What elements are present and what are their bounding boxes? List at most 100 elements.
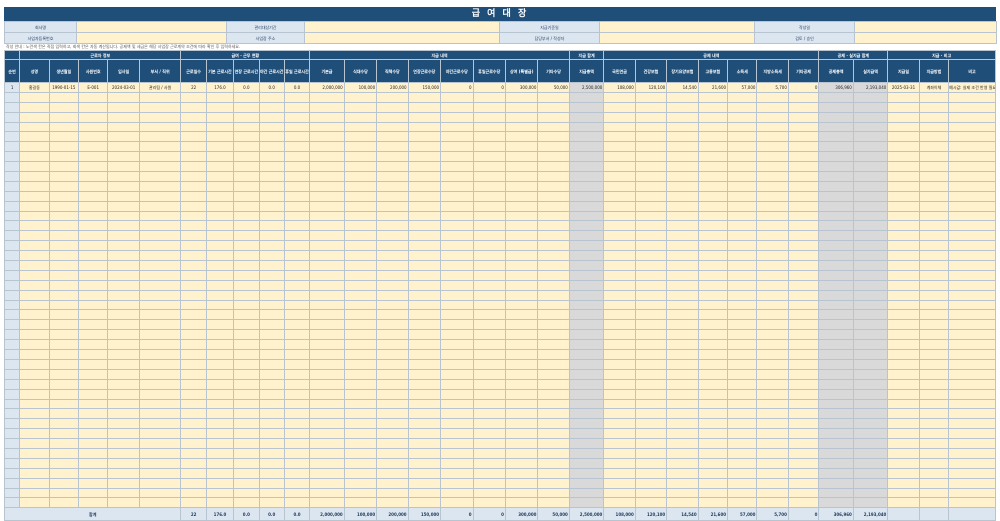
cell-pay-method[interactable]: [918, 269, 950, 281]
cell-holiday-hours[interactable]: [283, 428, 311, 440]
cell-pay-method[interactable]: [918, 339, 950, 351]
cell-long-term-care[interactable]: [666, 180, 699, 192]
cell-name[interactable]: [19, 161, 50, 173]
cell-name[interactable]: [19, 269, 50, 281]
cell-other-allowance[interactable]: [537, 378, 570, 390]
cell-income-tax[interactable]: [727, 368, 758, 380]
cell-employment-insurance[interactable]: [697, 418, 729, 430]
cell-position-allowance[interactable]: [376, 260, 409, 271]
cell-hire-date[interactable]: [107, 111, 140, 123]
cell-base-pay[interactable]: [309, 428, 345, 440]
cell-long-term-care[interactable]: [666, 487, 699, 499]
cell-income-tax[interactable]: [727, 180, 758, 192]
cell-employee-no[interactable]: [78, 151, 109, 163]
cell-local-income-tax[interactable]: [756, 250, 789, 262]
cell-remark[interactable]: [948, 477, 996, 489]
cell-local-income-tax[interactable]: [756, 408, 789, 420]
cell-holiday-pay[interactable]: [472, 487, 506, 499]
cell-basic-hours[interactable]: [205, 388, 235, 400]
cell-basic-hours[interactable]: [205, 378, 235, 390]
cell-local-income-tax[interactable]: [756, 418, 789, 430]
cell-basic-hours[interactable]: [205, 260, 235, 271]
cell-hire-date[interactable]: [107, 141, 140, 153]
cell-meal-allowance[interactable]: [343, 388, 378, 400]
cell-holiday-pay[interactable]: [472, 220, 506, 232]
cell-health-insurance[interactable]: [634, 200, 668, 212]
cell-overtime-hours[interactable]: [233, 497, 260, 509]
cell-holiday-pay[interactable]: [472, 101, 506, 113]
cell-pay-date[interactable]: [887, 161, 920, 173]
cell-long-term-care[interactable]: [666, 91, 699, 103]
cell-pay-date[interactable]: [887, 368, 920, 380]
cell-birth-date[interactable]: [48, 101, 80, 113]
cell-pay-method[interactable]: [918, 299, 950, 311]
cell-hire-date[interactable]: [107, 121, 140, 133]
cell-pay-method[interactable]: [918, 161, 950, 173]
cell-bonus[interactable]: [504, 487, 539, 499]
cell-long-term-care[interactable]: [666, 309, 699, 321]
cell-income-tax[interactable]: [727, 309, 758, 321]
cell-bonus[interactable]: [504, 161, 539, 173]
cell-remark[interactable]: [948, 279, 996, 291]
cell-pay-date[interactable]: [887, 250, 920, 262]
cell-holiday-pay[interactable]: [472, 378, 506, 390]
cell-basic-hours[interactable]: [205, 101, 235, 113]
cell-hire-date[interactable]: [107, 408, 140, 420]
cell-base-pay[interactable]: [309, 339, 345, 351]
cell-night-pay[interactable]: [440, 398, 474, 410]
cell-birth-date[interactable]: [48, 457, 80, 469]
cell-work-days[interactable]: [180, 428, 207, 440]
cell-department-position[interactable]: [138, 339, 182, 351]
cell-pay-method[interactable]: [918, 418, 950, 430]
cell-other-deduction[interactable]: [787, 111, 820, 123]
cell-pay-date[interactable]: [887, 240, 920, 252]
cell-other-deduction[interactable]: [787, 101, 820, 113]
cell-meal-allowance[interactable]: [343, 418, 378, 430]
cell-basic-hours[interactable]: [205, 418, 235, 430]
cell-base-pay[interactable]: [309, 180, 345, 192]
cell-night-hours[interactable]: [258, 210, 285, 222]
cell-name[interactable]: [19, 487, 50, 499]
cell-remark[interactable]: [948, 467, 996, 479]
cell-remark[interactable]: [948, 438, 996, 449]
cell-night-pay[interactable]: [440, 131, 474, 143]
cell-long-term-care[interactable]: [666, 497, 699, 509]
cell-health-insurance[interactable]: [634, 141, 668, 153]
cell-health-insurance[interactable]: [634, 349, 668, 360]
cell-meal-allowance[interactable]: [343, 91, 378, 103]
cell-income-tax[interactable]: [727, 141, 758, 153]
cell-night-pay[interactable]: [440, 418, 474, 430]
cell-pay-method[interactable]: [918, 220, 950, 232]
cell-bonus[interactable]: [504, 230, 539, 242]
cell-night-hours[interactable]: [258, 200, 285, 212]
cell-night-pay[interactable]: [440, 388, 474, 400]
cell-local-income-tax[interactable]: [756, 141, 789, 153]
cell-other-allowance[interactable]: [537, 438, 570, 449]
cell-remark[interactable]: [948, 260, 996, 271]
cell-night-pay[interactable]: [440, 467, 474, 479]
cell-income-tax[interactable]: [727, 200, 758, 212]
cell-income-tax[interactable]: [727, 210, 758, 222]
cell-department-position[interactable]: [138, 190, 182, 202]
cell-overtime-hours[interactable]: [233, 131, 260, 143]
cell-remark[interactable]: [948, 349, 996, 360]
cell-pay-method[interactable]: [918, 151, 950, 163]
cell-other-allowance[interactable]: [537, 210, 570, 222]
cell-pay-method[interactable]: [918, 438, 950, 449]
cell-other-allowance[interactable]: [537, 477, 570, 489]
cell-hire-date[interactable]: [107, 368, 140, 380]
cell-overtime-pay[interactable]: [407, 240, 442, 252]
cell-national-pension[interactable]: [603, 319, 636, 331]
cell-employee-no[interactable]: [78, 319, 109, 331]
cell-bonus[interactable]: [504, 368, 539, 380]
cell-night-pay[interactable]: [440, 428, 474, 440]
cell-birth-date[interactable]: [48, 200, 80, 212]
cell-bonus[interactable]: [504, 447, 539, 459]
cell-overtime-hours[interactable]: [233, 151, 260, 163]
cell-base-pay[interactable]: [309, 250, 345, 262]
cell-night-pay[interactable]: 0: [440, 82, 474, 93]
cell-meal-allowance[interactable]: [343, 408, 378, 420]
cell-pay-date[interactable]: [887, 210, 920, 222]
cell-night-hours[interactable]: [258, 269, 285, 281]
cell-night-pay[interactable]: [440, 111, 474, 123]
